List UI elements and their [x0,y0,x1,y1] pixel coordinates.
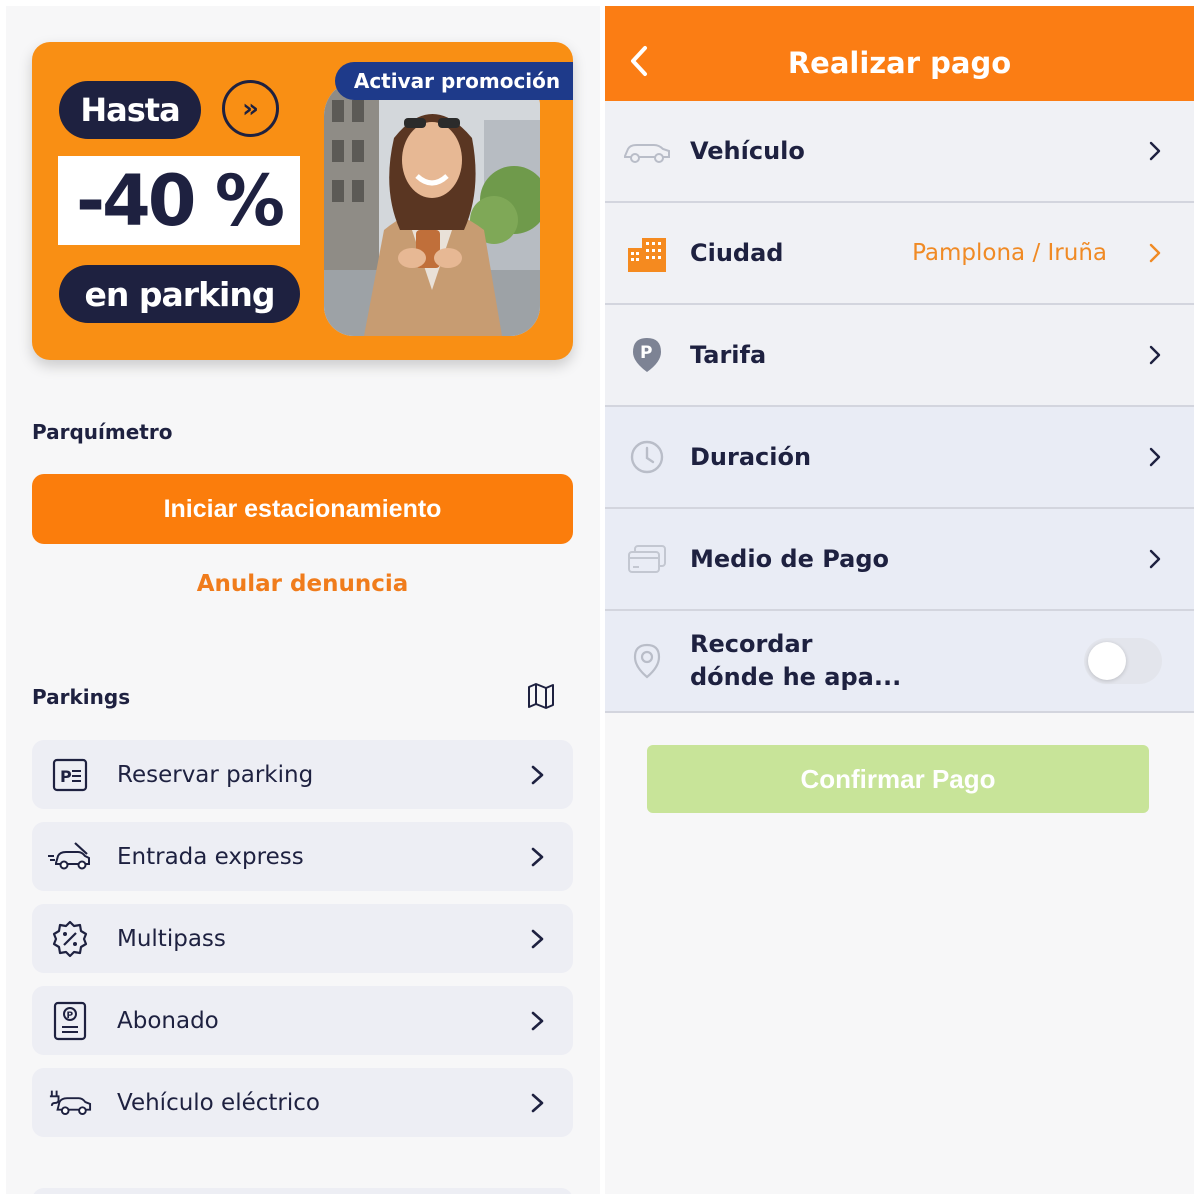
row-label: Medio de Pago [690,544,890,573]
chevron-right-icon [531,1011,544,1030]
double-chevron-icon: » [222,80,279,137]
remember-label: Recordar dónde he apa... [690,628,1084,694]
list-item-vehiculo-electrico[interactable]: Vehículo eléctrico [32,1068,573,1137]
cancel-fine-link[interactable]: Anular denuncia [32,571,573,597]
parquimetro-title: Parquímetro [32,420,173,444]
row-tarifa[interactable]: P Tarifa [605,305,1194,407]
list-item-multipass[interactable]: Multipass [32,904,573,973]
svg-text:P: P [640,343,652,363]
parkings-title: Parkings [32,685,131,709]
parking-home-panel: Hasta » -40 % en parking Activar promoci… [6,6,600,1194]
clock-icon [622,437,672,477]
map-icon[interactable] [526,682,556,710]
activate-promo-button[interactable]: Activar promoción [335,62,573,100]
express-car-icon [48,837,92,877]
remember-location-toggle[interactable] [1084,638,1162,684]
toggle-knob [1088,642,1126,680]
chevron-right-icon [531,847,544,866]
remember-line-2: dónde he apa... [690,663,902,691]
row-label: Ciudad [690,238,784,267]
row-label: Tarifa [690,340,767,369]
parking-ticket-icon: P [48,755,92,795]
row-recordar: Recordar dónde he apa... [605,611,1194,713]
remember-line-1: Recordar [690,630,813,658]
promo-photo [324,80,540,336]
row-duracion[interactable]: Duración [605,407,1194,509]
chevron-right-icon [1149,447,1161,467]
chevron-right-icon [531,1093,544,1112]
chevron-right-icon [531,929,544,948]
promo-hasta-pill: Hasta [59,81,201,139]
list-item-entrada-express[interactable]: Entrada express [32,822,573,891]
chevron-right-icon [1149,549,1161,569]
chevron-right-icon [531,765,544,784]
credit-card-icon [622,539,672,579]
confirm-payment-button[interactable]: Confirmar Pago [647,745,1149,813]
page-title: Realizar pago [787,46,1012,80]
row-vehiculo[interactable]: Vehículo [605,101,1194,203]
row-medio-de-pago[interactable]: Medio de Pago [605,509,1194,611]
chevron-right-icon [1149,243,1161,263]
payment-header: Realizar pago [605,6,1194,101]
promo-parking-pill: en parking [59,265,300,323]
payment-panel: Realizar pago Vehículo Ciudad Pamplona /… [605,6,1194,1194]
car-icon [622,131,672,171]
list-item-partial[interactable] [32,1188,573,1194]
svg-text:P: P [60,767,72,786]
city-value: Pamplona / Iruña [912,240,1107,266]
promo-discount: -40 % [58,156,300,245]
row-label: Vehículo [690,136,805,165]
discount-badge-icon [48,919,92,959]
parking-pass-icon: P [48,1001,92,1041]
woman-with-phone-illustration [324,80,540,336]
row-ciudad[interactable]: Ciudad Pamplona / Iruña [605,203,1194,305]
list-item-label: Reservar parking [117,761,314,788]
list-item-label: Multipass [117,925,226,952]
list-item-label: Vehículo eléctrico [117,1089,320,1116]
promo-banner[interactable]: Hasta » -40 % en parking Activar promoci… [32,42,573,360]
location-pin-icon [622,641,672,681]
electric-car-icon [48,1083,92,1123]
row-label: Duración [690,442,812,471]
chevron-right-icon [1149,345,1161,365]
svg-text:P: P [67,1011,74,1021]
chevron-right-icon [1149,141,1161,161]
start-parking-button[interactable]: Iniciar estacionamiento [32,474,573,544]
parking-pin-icon: P [622,335,672,375]
list-item-reservar-parking[interactable]: P Reservar parking [32,740,573,809]
city-buildings-icon [622,233,672,273]
list-item-label: Entrada express [117,843,304,870]
list-item-abonado[interactable]: P Abonado [32,986,573,1055]
list-item-label: Abonado [117,1007,219,1034]
